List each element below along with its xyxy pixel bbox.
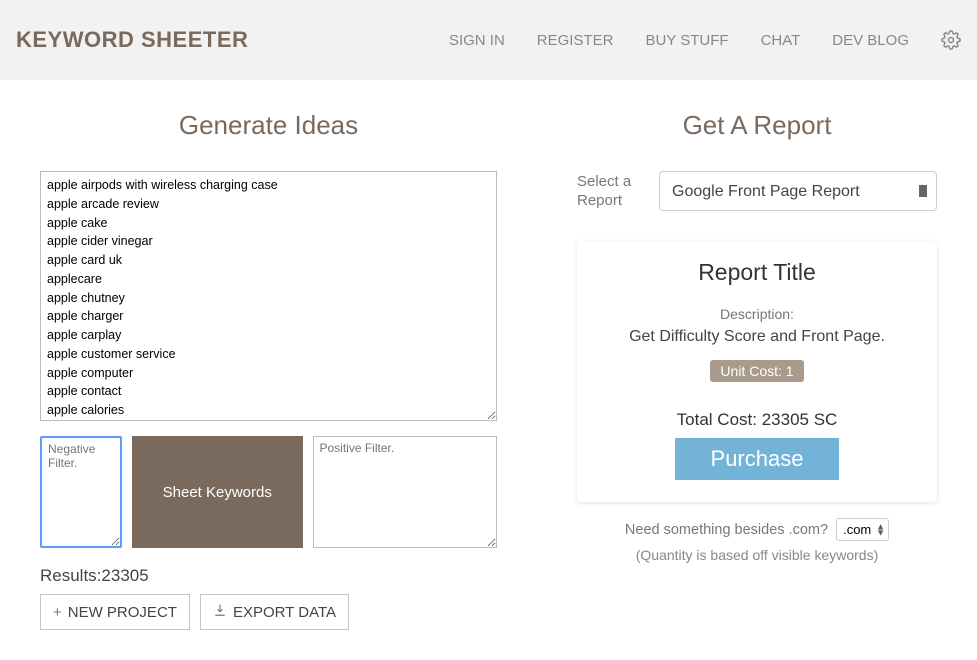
nav-register[interactable]: REGISTER — [537, 32, 614, 49]
gear-icon[interactable] — [941, 30, 961, 50]
results-label: Results: — [40, 566, 101, 585]
results-count: Results:23305 — [40, 566, 497, 586]
new-project-button[interactable]: + NEW PROJECT — [40, 594, 190, 630]
brand-logo[interactable]: KEYWORD SHEETER — [16, 27, 248, 53]
quantity-note: (Quantity is based off visible keywords) — [577, 547, 937, 563]
unit-cost-badge: Unit Cost: 1 — [710, 360, 803, 382]
report-select-label: Select a Report — [577, 172, 637, 211]
download-icon — [213, 603, 227, 621]
tld-select-wrap: .com ▲▼ — [832, 518, 889, 541]
get-report-title: Get A Report — [577, 110, 937, 141]
get-report-panel: Get A Report Select a Report Google Fron… — [577, 110, 937, 630]
export-data-button[interactable]: EXPORT DATA — [200, 594, 349, 630]
main-container: Generate Ideas Sheet Keywords Results:23… — [0, 80, 977, 660]
description-label: Description: — [597, 306, 917, 322]
description-text: Get Difficulty Score and Front Page. — [597, 328, 917, 346]
generate-ideas-panel: Generate Ideas Sheet Keywords Results:23… — [40, 110, 497, 630]
nav-signin[interactable]: SIGN IN — [449, 32, 505, 49]
sheet-keywords-button[interactable]: Sheet Keywords — [132, 436, 303, 548]
keywords-textarea[interactable] — [40, 171, 497, 421]
nav-buystuff[interactable]: BUY STUFF — [645, 32, 728, 49]
nav-devblog[interactable]: DEV BLOG — [832, 32, 909, 49]
header: KEYWORD SHEETER SIGN IN REGISTER BUY STU… — [0, 0, 977, 80]
nav-chat[interactable]: CHAT — [761, 32, 801, 49]
report-card: Report Title Description: Get Difficulty… — [577, 241, 937, 502]
tld-select[interactable]: .com — [836, 518, 889, 541]
filter-row: Sheet Keywords — [40, 436, 497, 548]
results-value: 23305 — [101, 566, 148, 585]
new-project-label: NEW PROJECT — [68, 604, 177, 621]
report-select-wrap: Google Front Page Report ▲▼ — [659, 171, 937, 211]
tld-row: Need something besides .com? .com ▲▼ — [577, 518, 937, 541]
report-select-row: Select a Report Google Front Page Report… — [577, 171, 937, 211]
report-select[interactable]: Google Front Page Report — [659, 171, 937, 211]
action-row: + NEW PROJECT EXPORT DATA — [40, 594, 497, 630]
report-card-title: Report Title — [597, 259, 917, 286]
top-nav: SIGN IN REGISTER BUY STUFF CHAT DEV BLOG — [449, 30, 961, 50]
purchase-button[interactable]: Purchase — [675, 438, 840, 480]
total-cost: Total Cost: 23305 SC — [597, 410, 917, 430]
positive-filter-input[interactable] — [313, 436, 498, 548]
export-data-label: EXPORT DATA — [233, 604, 336, 621]
tld-label: Need something besides .com? — [625, 522, 828, 538]
negative-filter-input[interactable] — [40, 436, 122, 548]
generate-ideas-title: Generate Ideas — [40, 110, 497, 141]
plus-icon: + — [53, 604, 62, 621]
